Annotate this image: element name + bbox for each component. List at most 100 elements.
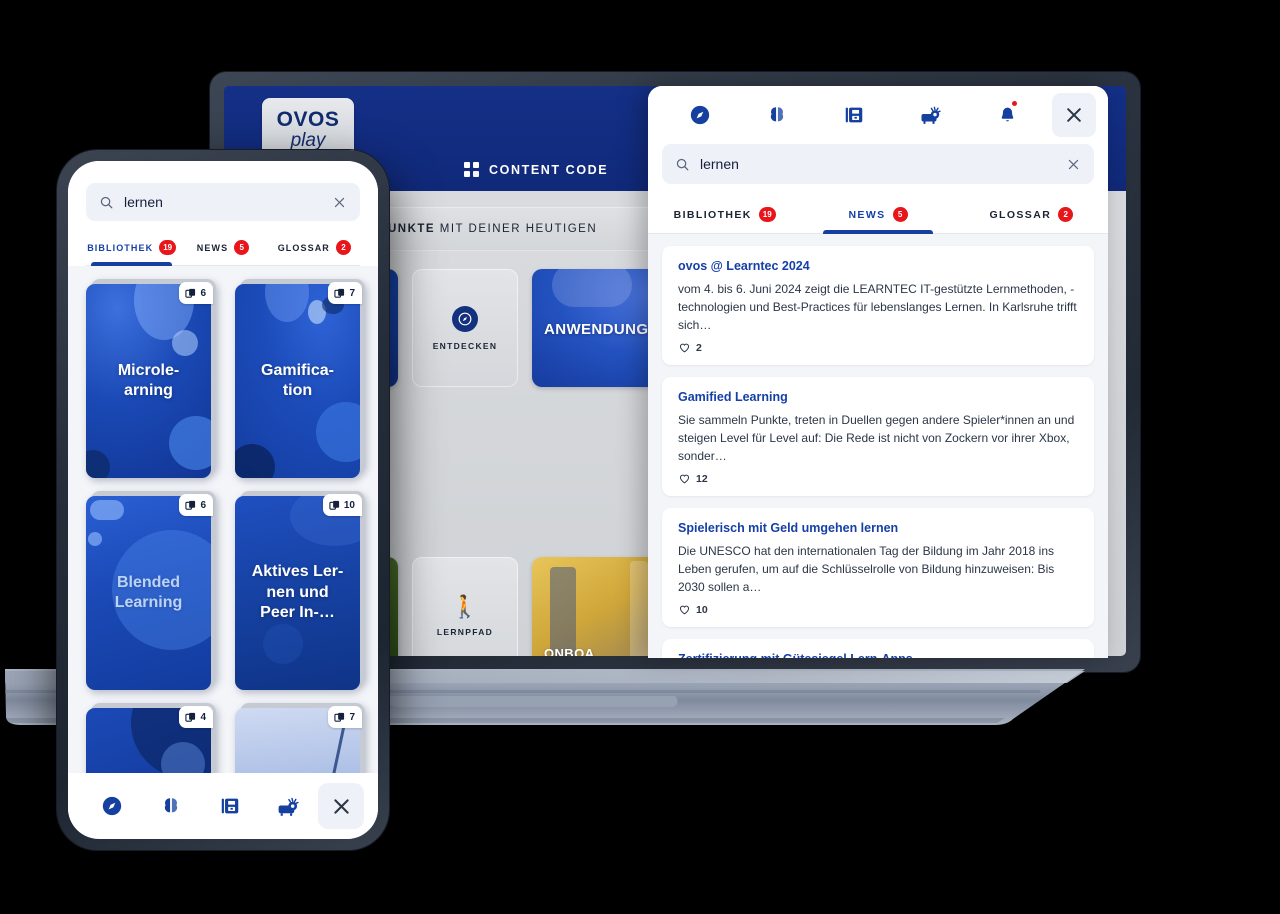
card-count-badge: 7 [328,282,362,304]
close-icon [331,796,352,817]
news-card[interactable]: Gamified Learning Sie sammeln Punkte, tr… [662,377,1094,496]
card-count-badge: 10 [322,494,362,516]
stack-icon [329,500,340,511]
card-count-badge: 6 [179,494,213,516]
brain-icon [160,795,182,817]
phone-search-value: lernen [124,194,163,210]
nav-projector-button[interactable] [892,94,969,136]
tab-label: BIBLIOTHEK [673,208,752,221]
phone-tab-news[interactable]: NEWS 5 [177,233,268,265]
news-title: Zertifizierung mit Gütesiegel Lern-Apps [678,652,1078,658]
card-count-badge: 7 [328,706,362,728]
heart-icon [678,341,691,354]
book-icon [843,104,865,126]
card-surface: Blended Learning [86,496,211,690]
news-excerpt: vom 4. bis 6. Juni 2024 zeigt die LEARNT… [678,282,1077,332]
desktop-search-overlay: lernen BIBLIOTHEK 19 NEWS 5 GLOSSAR 2 ov… [648,86,1108,658]
tab-label: GLOSSAR [277,242,330,253]
library-card[interactable]: Blended Learning 6 [86,491,216,690]
phone-bottom-nav [68,773,378,839]
tab-badge: 5 [234,240,250,255]
screenshot-canvas: OVOS play CONTENT CODE ✦ ERHALTE 25 PUNK… [0,0,1280,914]
phone-nav-brain-button[interactable] [141,795,200,817]
card-count-value: 6 [200,499,206,511]
news-excerpt: Die UNESCO hat den internationalen Tag d… [678,544,1055,594]
phone-tab-glossar[interactable]: GLOSSAR 2 [269,233,360,265]
overlay-search-row: lernen [648,144,1108,184]
stack-icon [185,288,196,299]
phone-nav-compass-button[interactable] [82,795,141,817]
search-input[interactable]: lernen [662,144,1094,184]
phone-tabs: BIBLIOTHEK 19 NEWS 5 GLOSSAR 2 [86,233,360,266]
phone-nav-projector-button[interactable] [259,794,318,819]
phone-search-header: lernen BIBLIOTHEK 19 NEWS 5 GLOSSAR 2 [68,161,378,266]
tab-label: BIBLIOTHEK [87,242,154,253]
news-title: Spielerisch mit Geld umgehen lernen [678,521,899,535]
notification-dot [1010,100,1018,107]
phone-tab-bibliothek[interactable]: BIBLIOTHEK 19 [86,233,177,266]
library-card[interactable]: Gamifica-tion 7 [235,279,365,478]
tab-badge: 5 [892,207,908,222]
tab-badge: 2 [335,240,351,255]
book-icon [219,795,241,817]
library-card[interactable]: Microle-arning 6 [86,279,216,478]
content-code-button[interactable]: CONTENT CODE [464,162,608,177]
news-card[interactable]: Spielerisch mit Geld umgehen lernen Die … [662,508,1094,627]
phone-screen: lernen BIBLIOTHEK 19 NEWS 5 GLOSSAR 2 Mi… [68,161,378,839]
news-likes[interactable]: 10 [678,603,1078,616]
brain-icon [766,104,788,126]
news-title: Gamified Learning [678,390,788,404]
nav-book-button[interactable] [816,94,893,136]
card-count-value: 6 [200,287,206,299]
tile-label: LERNPFAD [436,626,494,637]
phone-search-clear-icon[interactable] [332,195,347,210]
compass-icon [689,104,711,126]
card-count-value: 4 [200,711,206,723]
card-count-value: 7 [349,287,355,299]
news-like-count: 12 [696,472,708,485]
stack-icon [334,712,345,723]
tile-lernpfad[interactable]: 🚶 LERNPFAD [412,557,518,656]
nav-brain-button[interactable] [739,94,816,136]
news-card[interactable]: ovos @ Learntec 2024 vom 4. bis 6. Juni … [662,246,1094,365]
tab-label: NEWS [848,208,886,221]
library-card[interactable]: Aktives Ler-nen und Peer In-… 10 [235,491,365,690]
logo-text-play: play [290,129,326,151]
tab-glossar[interactable]: GLOSSAR 2 [955,198,1108,233]
phone-mockup: lernen BIBLIOTHEK 19 NEWS 5 GLOSSAR 2 Mi… [57,150,389,850]
card-count-badge: 4 [179,706,213,728]
search-icon [99,195,114,210]
heart-icon [678,472,691,485]
card-count-value: 10 [343,499,355,511]
tab-label: NEWS [196,242,229,253]
news-results-list[interactable]: ovos @ Learntec 2024 vom 4. bis 6. Juni … [648,234,1108,658]
search-input-value: lernen [700,156,739,172]
nav-notifications-button[interactable] [969,94,1046,136]
compass-icon [101,795,123,817]
phone-library-grid[interactable]: Microle-arning 6 Gamifica- tion 7 Blende… [68,266,378,839]
tab-news[interactable]: NEWS 5 [801,198,954,234]
tile-entdecken[interactable]: ENTDECKEN [412,269,518,387]
compass-icon [452,305,478,332]
close-icon [1064,105,1084,125]
news-likes[interactable]: 12 [678,472,1078,485]
card-count-value: 7 [349,711,355,723]
phone-nav-book-button[interactable] [200,795,259,817]
card-count-badge: 6 [179,282,213,304]
phone-search-input[interactable]: lernen [86,183,360,221]
news-like-count: 2 [696,341,702,354]
search-icon [675,157,690,172]
news-likes[interactable]: 2 [678,341,1078,354]
news-title: ovos @ Learntec 2024 [678,259,810,273]
hiker-icon: 🚶 [451,593,479,619]
tab-bibliothek[interactable]: BIBLIOTHEK 19 [648,198,801,233]
nav-compass-button[interactable] [662,94,739,136]
search-clear-icon[interactable] [1066,157,1081,172]
tile-label: ENTDECKEN [432,340,498,351]
projector-icon [276,794,301,819]
overlay-close-button[interactable] [1051,93,1096,137]
logo-text-ovos: OVOS [276,107,340,131]
phone-close-button[interactable] [318,783,364,829]
card-title: Aktives Ler-nen und Peer In-… [251,563,344,622]
news-card[interactable]: Zertifizierung mit Gütesiegel Lern-Apps … [662,639,1094,658]
